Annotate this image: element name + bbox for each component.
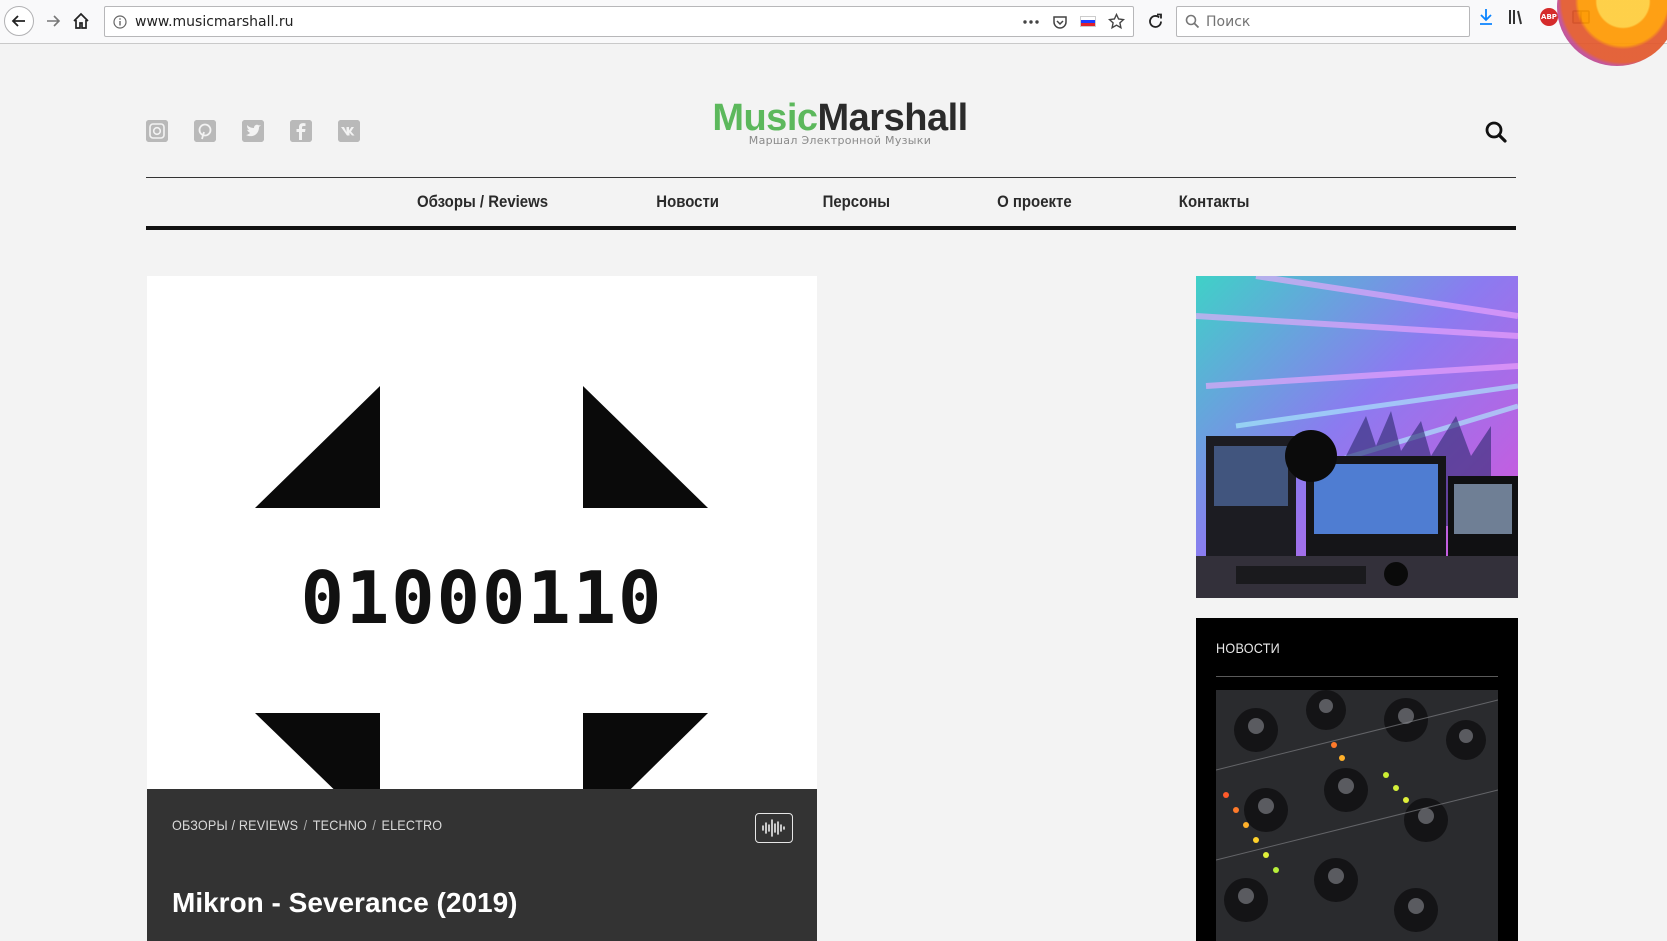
url-text[interactable]: www.musicmarshall.ru: [135, 14, 293, 30]
twitter-icon[interactable]: [242, 120, 264, 142]
news-widget-heading[interactable]: НОВОСТИ: [1216, 640, 1280, 656]
social-links: [146, 120, 360, 142]
browser-toolbar: www.musicmarshall.ru Поиск ABP: [0, 0, 1667, 66]
menu-item-reviews[interactable]: Обзоры / Reviews: [417, 192, 548, 212]
vk-icon[interactable]: [338, 120, 360, 142]
download-icon[interactable]: [1478, 8, 1494, 26]
news-heading-divider: [1216, 676, 1498, 677]
instagram-icon[interactable]: [146, 120, 168, 142]
logo-part-music: Music: [712, 97, 818, 139]
url-actions: [1022, 13, 1125, 30]
home-button[interactable]: [66, 6, 96, 36]
cover-binary-text: 01000110: [300, 556, 664, 640]
article-categories: ОБЗОРЫ / REVIEWS / TECHNO / ELECTRO: [172, 817, 442, 833]
browser-search-bar[interactable]: Поиск: [1176, 6, 1470, 37]
category-techno-link[interactable]: TECHNO: [313, 817, 367, 833]
menu-item-contacts[interactable]: Контакты: [1179, 192, 1250, 212]
audio-waveform-icon: [755, 813, 793, 843]
menu-item-news[interactable]: Новости: [656, 192, 719, 212]
address-bar[interactable]: www.musicmarshall.ru: [104, 6, 1134, 37]
back-button[interactable]: [4, 6, 34, 36]
category-electro-link[interactable]: ELECTRO: [382, 817, 443, 833]
arrow-right-icon: [47, 15, 61, 27]
pinterest-icon[interactable]: [194, 120, 216, 142]
site-logo[interactable]: MusicMarshall Маршал Электронной Музыки: [690, 98, 990, 147]
home-icon: [73, 12, 89, 29]
info-icon: [113, 14, 127, 29]
menu-item-persons[interactable]: Персоны: [823, 192, 890, 212]
reload-icon: [1148, 13, 1162, 28]
reload-button[interactable]: [1140, 6, 1170, 36]
news-thumbnail-image[interactable]: [1216, 690, 1498, 941]
featured-article[interactable]: 01000110 ОБЗОРЫ / REVIEWS / TECHNO / ELECTRO…: [147, 276, 817, 941]
forward-button[interactable]: [38, 6, 68, 36]
logo-part-marshall: Marshall: [817, 97, 969, 139]
russia-flag-icon[interactable]: [1080, 16, 1096, 27]
search-placeholder: Поиск: [1206, 13, 1251, 30]
menu-item-about[interactable]: О проекте: [997, 192, 1072, 212]
star-bookmark-icon[interactable]: [1108, 13, 1125, 30]
search-icon: [1485, 121, 1507, 143]
more-actions-icon[interactable]: [1022, 19, 1040, 25]
news-widget: НОВОСТИ: [1196, 618, 1518, 941]
site-search-button[interactable]: [1484, 120, 1508, 148]
sidebar-banner-image[interactable]: [1196, 276, 1518, 598]
category-reviews-link[interactable]: ОБЗОРЫ / REVIEWS: [172, 817, 298, 833]
article-title[interactable]: Mikron - Severance (2019): [172, 887, 518, 919]
category-separator: /: [303, 817, 308, 833]
library-icon[interactable]: [1508, 9, 1526, 25]
category-separator: /: [372, 817, 377, 833]
main-menu: Обзоры / Reviews Новости Персоны О проек…: [146, 178, 1516, 226]
facebook-icon[interactable]: [290, 120, 312, 142]
arrow-left-icon: [11, 15, 25, 27]
pocket-icon[interactable]: [1052, 14, 1068, 30]
menu-bottom-divider: [146, 226, 1516, 230]
article-caption-panel: ОБЗОРЫ / REVIEWS / TECHNO / ELECTRO Mikron -…: [147, 789, 817, 941]
logo-wordmark: MusicMarshall: [690, 98, 990, 138]
firefox-logo-icon: [1557, 0, 1667, 66]
adblock-icon[interactable]: ABP: [1540, 8, 1558, 26]
magnifier-icon: [1185, 14, 1200, 29]
